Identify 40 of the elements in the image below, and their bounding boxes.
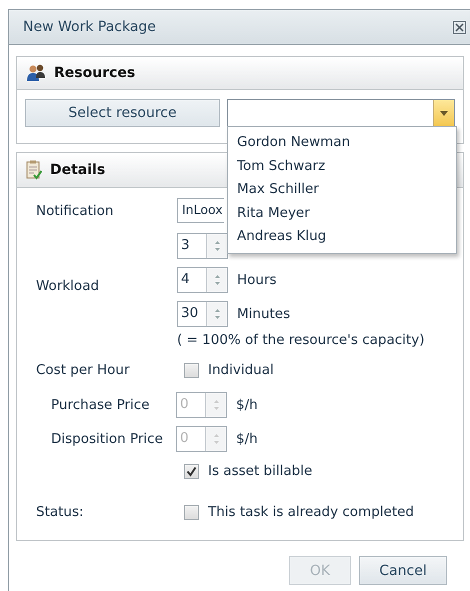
close-icon[interactable]	[453, 20, 466, 34]
spin-arrows-icon	[214, 274, 220, 286]
field-label: Notification	[36, 202, 114, 218]
number-spinner[interactable]: 30	[177, 301, 228, 327]
unit-label: $/h	[236, 431, 258, 447]
price-label: Purchase Price	[51, 397, 151, 413]
dropdown-option[interactable]: Tom Schwarz	[228, 154, 456, 178]
dropdown-option[interactable]: Gordon Newman	[228, 131, 456, 154]
dropdown-option[interactable]: Rita Meyer	[228, 202, 456, 225]
checkbox-label: Individual	[208, 362, 274, 378]
spin-arrows-icon	[212, 433, 220, 445]
number-spinner[interactable]: 4	[177, 267, 228, 293]
field-label: Status:	[36, 504, 85, 520]
dropdown-arrow-icon[interactable]	[440, 110, 448, 116]
select-resource-button[interactable]: Select resource	[25, 99, 220, 127]
section-title: Resources	[54, 65, 136, 81]
clipboard-icon	[26, 160, 42, 180]
people-icon	[26, 64, 46, 82]
capacity-note: ( = 100% of the resource's capacity)	[177, 332, 426, 348]
notification-field[interactable]: InLoox	[177, 198, 224, 223]
checkbox[interactable]	[184, 504, 199, 520]
spin-arrows-icon	[214, 240, 220, 252]
price-label: Disposition Price	[51, 431, 164, 447]
dropdown-option[interactable]: Andreas Klug	[228, 225, 456, 248]
checkbox-label: Is asset billable	[208, 463, 312, 479]
dialog-button[interactable]: Cancel	[359, 556, 447, 585]
unit-label: Minutes	[237, 306, 290, 322]
number-spinner[interactable]: 3	[177, 233, 228, 259]
field-label: Workload	[36, 278, 100, 294]
spin-arrows-icon	[212, 399, 220, 411]
unit-label: Hours	[237, 272, 277, 288]
dropdown-option[interactable]: Max Schiller	[228, 178, 456, 202]
unit-label: $/h	[236, 397, 258, 413]
checkbox-label: This task is already completed	[208, 504, 414, 520]
window-title: New Work Package	[23, 19, 156, 35]
field-label: Cost per Hour	[36, 362, 131, 378]
checkbox[interactable]	[184, 362, 199, 378]
spin-arrows-icon	[214, 308, 220, 320]
section-title: Details	[50, 162, 106, 178]
checkbox[interactable]	[184, 464, 199, 478]
